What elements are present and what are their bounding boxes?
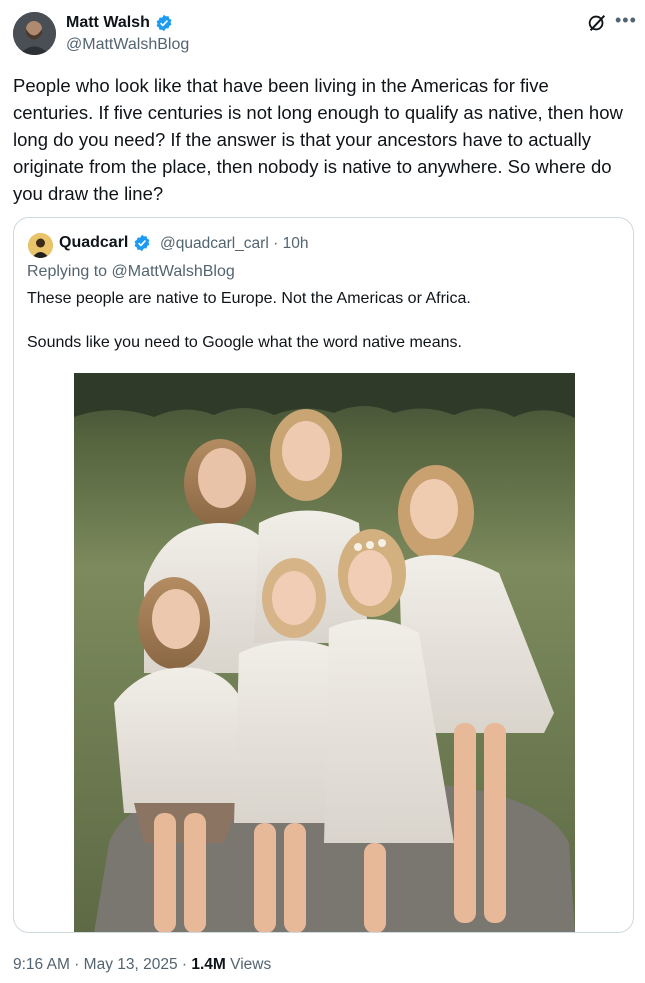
more-icon[interactable]: ••• xyxy=(615,10,637,31)
author-avatar[interactable] xyxy=(13,12,56,55)
replying-to: Replying to @MattWalshBlog xyxy=(27,263,235,281)
verified-badge-icon xyxy=(156,14,172,32)
quoted-avatar[interactable] xyxy=(28,233,53,258)
meta-separator: · xyxy=(273,235,279,252)
quoted-tweet[interactable]: Quadcarl @quadcarl_carl · 10h Replying t… xyxy=(13,217,634,933)
author-name-text: Matt Walsh xyxy=(66,14,150,31)
verified-badge-icon xyxy=(134,234,150,252)
quoted-meta: @quadcarl_carl · 10h xyxy=(160,235,308,253)
author-name[interactable]: Matt Walsh xyxy=(66,14,173,32)
replying-mention[interactable]: @MattWalshBlog xyxy=(112,263,235,280)
group-photo[interactable] xyxy=(74,373,575,932)
views-label: Views xyxy=(225,956,272,973)
tweet-time[interactable]: 9:16 AM xyxy=(13,956,70,973)
quoted-author-name[interactable]: Quadcarl xyxy=(59,234,151,252)
views-count: 1.4M xyxy=(191,956,226,973)
quoted-time[interactable]: 10h xyxy=(283,235,309,252)
quoted-author-name-text: Quadcarl xyxy=(59,234,129,251)
tweet-meta: 9:16 AM · May 13, 2025 · 1.4M Views xyxy=(13,956,271,974)
quoted-handle[interactable]: @quadcarl_carl xyxy=(160,235,269,252)
tweet-text: People who look like that have been livi… xyxy=(13,72,633,207)
tweet-body: People who look like that have been livi… xyxy=(13,75,623,204)
quoted-text-2: Sounds like you need to Google what the … xyxy=(27,334,462,351)
grok-icon[interactable] xyxy=(586,12,608,34)
meta-separator: · xyxy=(69,956,84,973)
meta-separator: · xyxy=(177,956,192,973)
quoted-text-1: These people are native to Europe. Not t… xyxy=(27,290,471,307)
author-handle[interactable]: @MattWalshBlog xyxy=(66,36,189,54)
replying-prefix: Replying to xyxy=(27,263,112,280)
tweet-date[interactable]: May 13, 2025 xyxy=(84,956,178,973)
